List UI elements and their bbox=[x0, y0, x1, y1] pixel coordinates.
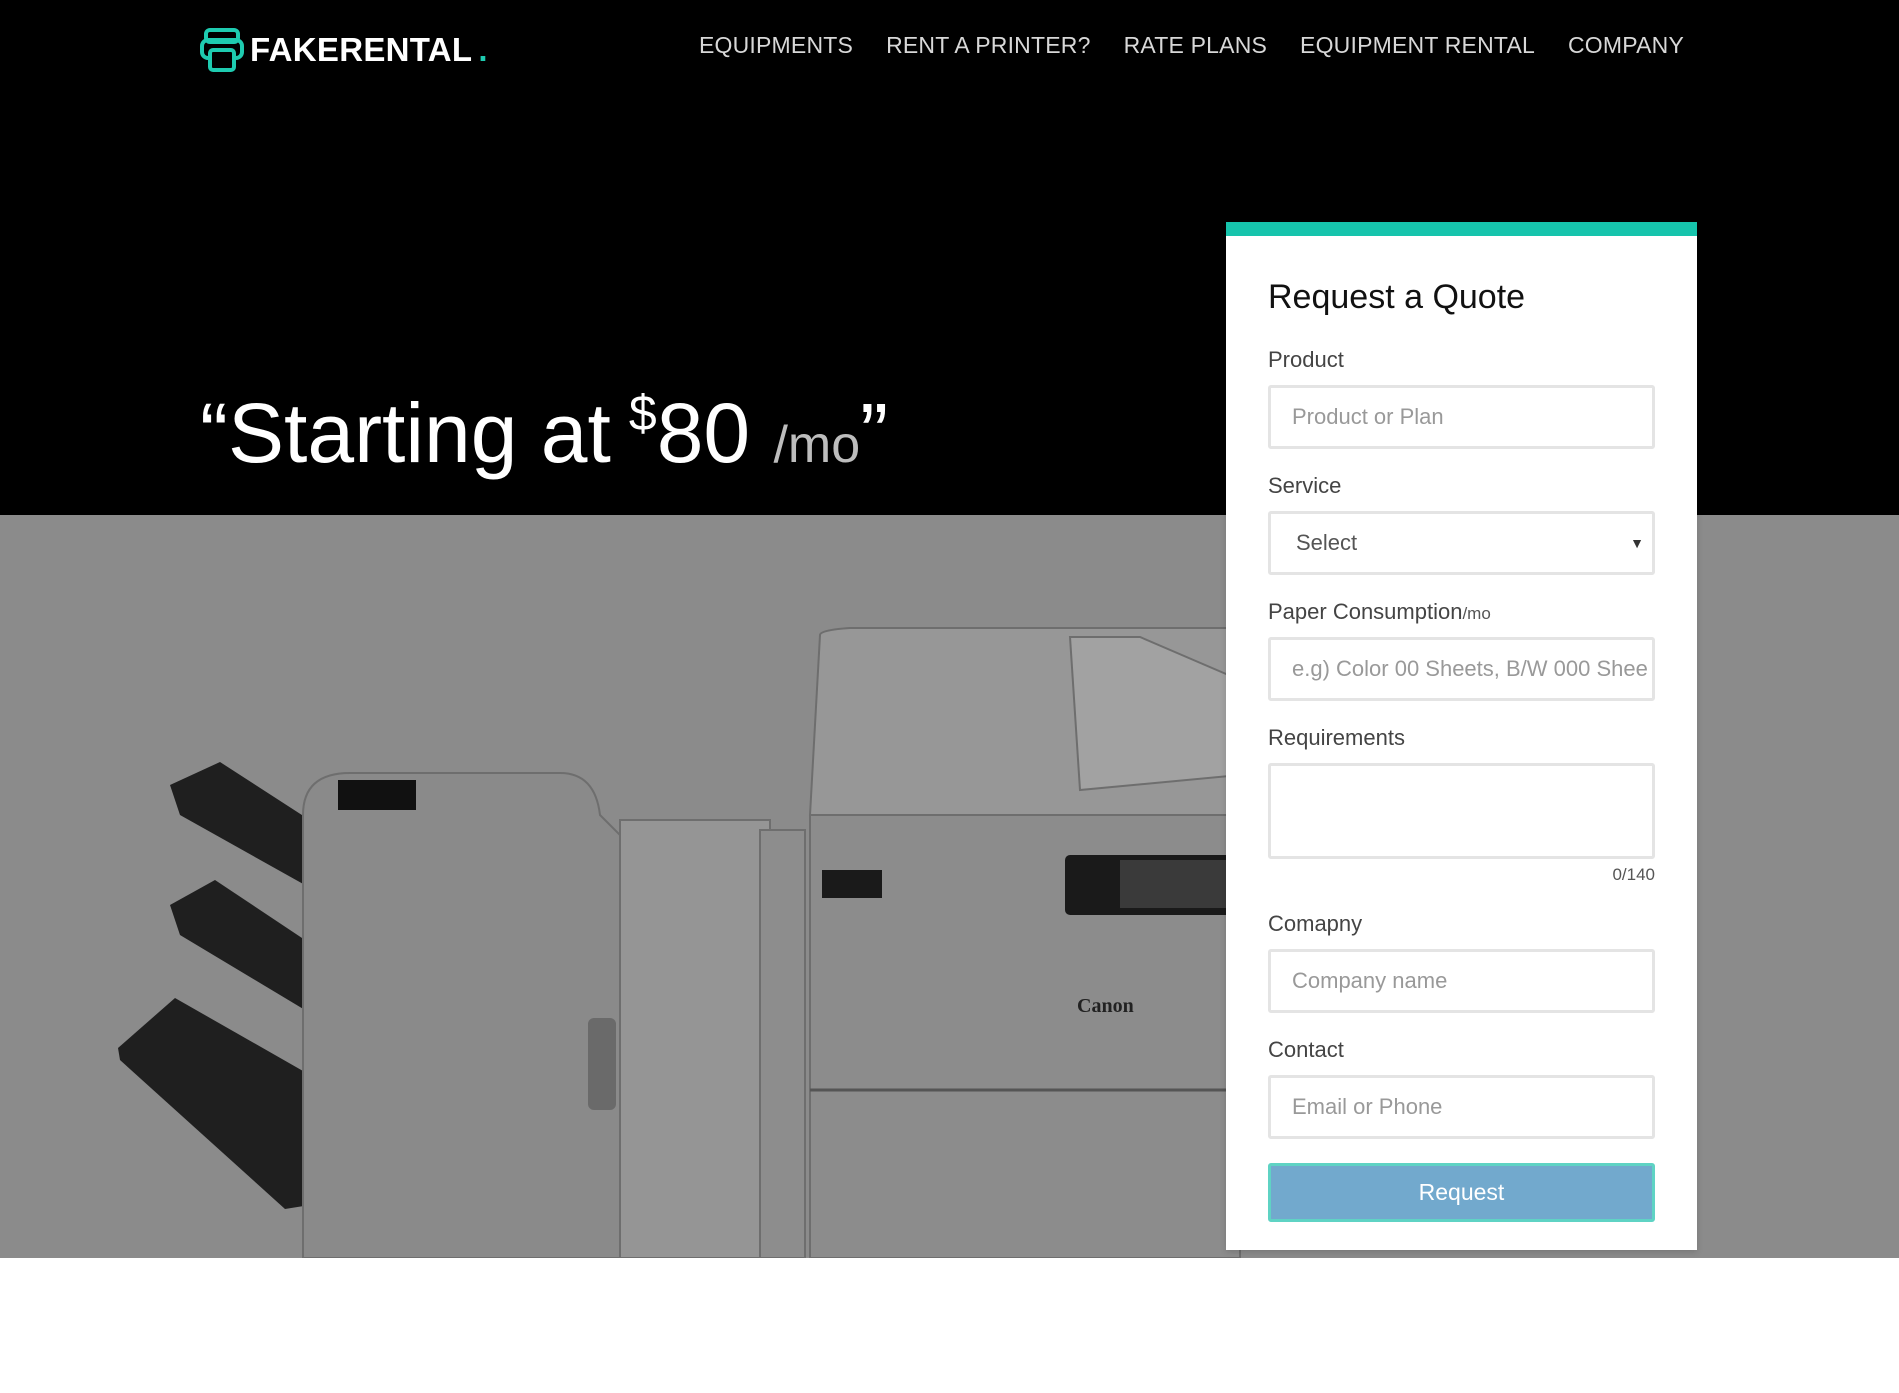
company-label: Comapny bbox=[1268, 911, 1363, 936]
hero-headline: “Starting at $80 /mo” bbox=[200, 388, 888, 475]
printer-logo-icon bbox=[200, 28, 244, 72]
nav-item-equipments[interactable]: EQUIPMENTS bbox=[699, 32, 853, 59]
nav-item-rate-plans[interactable]: RATE PLANS bbox=[1124, 32, 1267, 59]
page-bottom bbox=[0, 1258, 1899, 1393]
nav-item-company[interactable]: COMPANY bbox=[1568, 32, 1684, 59]
requirements-textarea[interactable] bbox=[1268, 763, 1655, 859]
printer-brand-label: Canon bbox=[1077, 995, 1134, 1017]
paper-consumption-input[interactable]: e.g) Color 00 Sheets, B/W 000 Shee bbox=[1268, 637, 1655, 701]
paper-consumption-suffix: /mo bbox=[1462, 604, 1491, 623]
contact-input[interactable]: Email or Phone bbox=[1268, 1075, 1655, 1139]
company-input[interactable]: Company name bbox=[1268, 949, 1655, 1013]
character-counter: 0/140 bbox=[1612, 865, 1655, 884]
headline-text: Starting at bbox=[227, 386, 611, 480]
requirements-label: Requirements bbox=[1268, 725, 1405, 750]
service-select-value: Select bbox=[1296, 530, 1358, 555]
brand-name: FAKERENTAL bbox=[250, 31, 473, 68]
page: FAKERENTAL . EQUIPMENTS RENT A PRINTER? … bbox=[0, 0, 1899, 1393]
product-input[interactable]: Product or Plan bbox=[1268, 385, 1655, 449]
logo[interactable]: FAKERENTAL . bbox=[200, 28, 488, 72]
service-select[interactable]: Select ▼ bbox=[1268, 511, 1655, 575]
price-value: 80 bbox=[656, 386, 751, 480]
nav-item-rent-a-printer[interactable]: RENT A PRINTER? bbox=[886, 32, 1091, 59]
open-quote: “ bbox=[200, 386, 228, 480]
currency-symbol: $ bbox=[628, 385, 657, 441]
service-label: Service bbox=[1268, 473, 1342, 498]
chevron-down-icon: ▼ bbox=[1630, 535, 1644, 551]
paper-consumption-label-text: Paper Consumption bbox=[1268, 599, 1463, 624]
product-label: Product bbox=[1268, 347, 1344, 372]
paper-consumption-label: Paper Consumption/mo bbox=[1268, 599, 1655, 625]
request-button[interactable]: Request bbox=[1268, 1163, 1655, 1222]
contact-label: Contact bbox=[1268, 1037, 1344, 1062]
close-quote: ” bbox=[860, 386, 889, 480]
form-title: Request a Quote bbox=[1268, 278, 1526, 316]
main-nav: EQUIPMENTS RENT A PRINTER? RATE PLANS EQ… bbox=[699, 32, 1684, 59]
brand-dot: . bbox=[478, 31, 488, 68]
nav-item-equipment-rental[interactable]: EQUIPMENT RENTAL bbox=[1300, 32, 1535, 59]
quote-form-card: Request a Quote Product Product or Plan … bbox=[1226, 222, 1697, 1250]
price-unit: /mo bbox=[773, 416, 861, 474]
